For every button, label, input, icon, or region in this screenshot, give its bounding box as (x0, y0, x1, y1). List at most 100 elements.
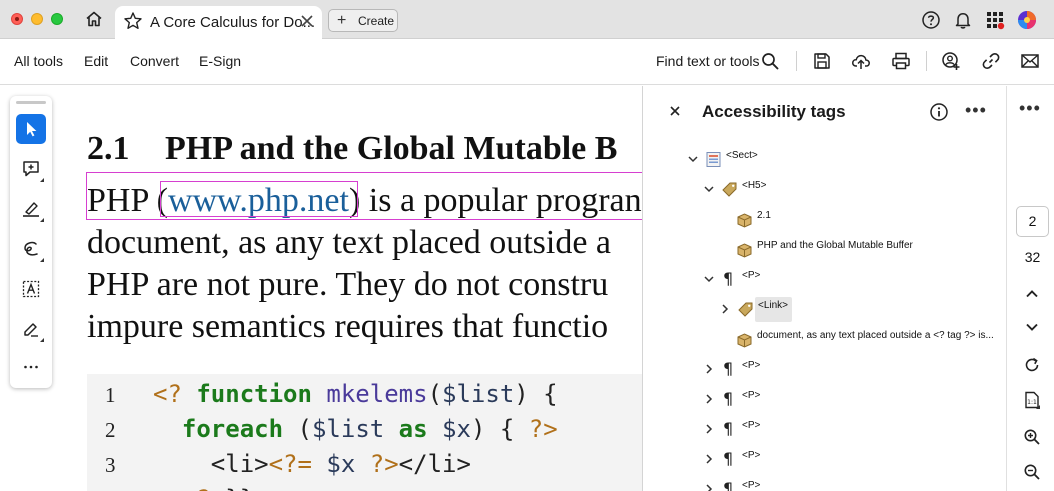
home-icon[interactable] (84, 9, 104, 29)
comment-tool-button[interactable] (16, 154, 46, 184)
star-icon[interactable] (123, 11, 143, 31)
comment-add-icon (23, 161, 39, 177)
menu-convert[interactable]: Convert (130, 53, 179, 69)
search-icon[interactable] (760, 51, 780, 71)
tree-item-p[interactable]: ¶ <P> (703, 448, 903, 474)
menu-edit[interactable]: Edit (84, 53, 108, 69)
total-pages: 32 (1024, 249, 1041, 265)
paragraph-icon: ¶ (723, 419, 734, 438)
content-box-icon (736, 211, 753, 228)
section-tag-icon (705, 151, 722, 168)
right-rail: ••• 2 32 1:1 (1006, 86, 1054, 491)
code-block: 1 <? function mkelems($list) { 2 foreach … (87, 374, 642, 491)
more-tools-button[interactable] (16, 352, 46, 382)
document-tab[interactable]: A Core Calculus for Do... (115, 6, 322, 39)
previous-page-icon[interactable] (1023, 285, 1041, 303)
email-icon[interactable] (1020, 51, 1040, 71)
tab-title: A Core Calculus for Do... (150, 14, 316, 31)
chevron-right-icon[interactable] (703, 363, 715, 375)
tree-item-p[interactable]: ¶ <P> (703, 388, 903, 414)
chevron-down-icon[interactable] (687, 153, 699, 165)
chevron-right-icon[interactable] (703, 423, 715, 435)
content-box-icon (736, 331, 753, 348)
tree-item-text[interactable]: document, as any text placed outside a <… (736, 328, 996, 354)
sign-tool-button[interactable] (16, 314, 46, 344)
text-tool-button[interactable] (16, 274, 46, 304)
fit-page-icon[interactable]: 1:1 (1023, 391, 1041, 409)
paragraph-icon: ¶ (723, 269, 734, 288)
paragraph-icon: ¶ (723, 479, 734, 491)
menu-all-tools[interactable]: All tools (14, 53, 63, 69)
apps-grid-icon[interactable] (985, 10, 1005, 30)
paragraph-icon: ¶ (723, 359, 734, 378)
paragraph-icon: ¶ (723, 389, 734, 408)
draw-tool-button[interactable] (16, 234, 46, 264)
chevron-right-icon[interactable] (703, 483, 715, 491)
info-icon[interactable] (929, 102, 949, 122)
palette-grip[interactable] (16, 101, 46, 104)
tree-item-text[interactable]: 2.1 (736, 208, 976, 234)
chevron-right-icon[interactable] (703, 393, 715, 405)
create-label: Create (358, 14, 395, 28)
tree-item-p[interactable]: ¶ <P> (703, 358, 903, 384)
zoom-in-icon[interactable] (1023, 428, 1041, 446)
code-line: 3 <li><?= $x ?></li> (105, 450, 471, 478)
tree-item-p[interactable]: ¶ <P> (703, 478, 903, 491)
menu-esign[interactable]: E-Sign (199, 53, 241, 69)
section-heading: 2.1 PHP and the Global Mutable B (87, 130, 617, 168)
chevron-right-icon[interactable] (703, 453, 715, 465)
tag-label-icon (737, 301, 754, 318)
minimize-window-button[interactable] (31, 13, 43, 25)
close-panel-icon[interactable] (668, 104, 682, 118)
zoom-out-icon[interactable] (1023, 463, 1041, 481)
paragraph-line-4: impure semantics requires that functio (87, 308, 609, 345)
chevron-down-icon[interactable] (703, 273, 715, 285)
document-view[interactable]: 2.1 PHP and the Global Mutable B PHP (www… (0, 86, 642, 491)
svg-text:1:1: 1:1 (1027, 399, 1037, 406)
close-tab-icon[interactable] (300, 14, 314, 28)
find-text-or-tools[interactable]: Find text or tools (656, 53, 760, 69)
chevron-right-icon[interactable] (719, 303, 731, 315)
select-tool-button[interactable] (16, 114, 46, 144)
zoom-window-button[interactable] (51, 13, 63, 25)
main-toolbar: All tools Edit Convert E-Sign Find text … (0, 39, 1054, 85)
link-icon[interactable] (981, 51, 1001, 71)
cursor-icon (27, 122, 37, 137)
avatar[interactable] (1017, 10, 1037, 30)
paragraph-line-2: document, as any text placed outside a (87, 224, 611, 261)
tree-item-link[interactable]: <Link> (719, 297, 979, 324)
code-line: 2 foreach ($list as $x) { ?> (105, 415, 558, 443)
tree-item-h5[interactable]: <H5> (703, 178, 983, 204)
rotate-icon[interactable] (1023, 356, 1041, 374)
tag-highlight-link (160, 181, 358, 217)
current-page-input[interactable]: 2 (1016, 206, 1049, 237)
share-user-icon[interactable] (941, 51, 961, 71)
panel-more-icon[interactable]: ••• (965, 101, 987, 119)
tree-item-p[interactable]: ¶ <P> (703, 418, 903, 444)
chevron-down-icon[interactable] (703, 183, 715, 195)
tree-item-p[interactable]: ¶ <P> (703, 268, 963, 294)
close-window-button[interactable] (11, 13, 23, 25)
toolbar-divider (926, 51, 927, 71)
text-box-icon (22, 280, 40, 298)
tree-item-text[interactable]: PHP and the Global Mutable Buffer (736, 238, 996, 264)
plus-icon: + (337, 12, 347, 29)
tag-label-icon (721, 181, 738, 198)
save-icon[interactable] (812, 51, 832, 71)
create-button[interactable]: + Create (328, 9, 398, 32)
pen-sign-icon (24, 323, 38, 337)
section-title: PHP and the Global Mutable B (165, 130, 618, 167)
upload-cloud-icon[interactable] (851, 51, 871, 71)
help-icon[interactable] (921, 10, 941, 30)
bell-icon[interactable] (953, 10, 973, 30)
tree-item-sect[interactable]: <Sect> (687, 148, 987, 174)
section-number: 2.1 (87, 130, 130, 167)
content-box-icon (736, 241, 753, 258)
rail-more-icon[interactable]: ••• (1019, 99, 1041, 117)
next-page-icon[interactable] (1023, 318, 1041, 336)
more-icon (24, 365, 38, 369)
highlighter-icon (23, 202, 39, 217)
highlight-tool-button[interactable] (16, 194, 46, 224)
quick-tools-palette (10, 96, 52, 388)
print-icon[interactable] (891, 51, 911, 71)
